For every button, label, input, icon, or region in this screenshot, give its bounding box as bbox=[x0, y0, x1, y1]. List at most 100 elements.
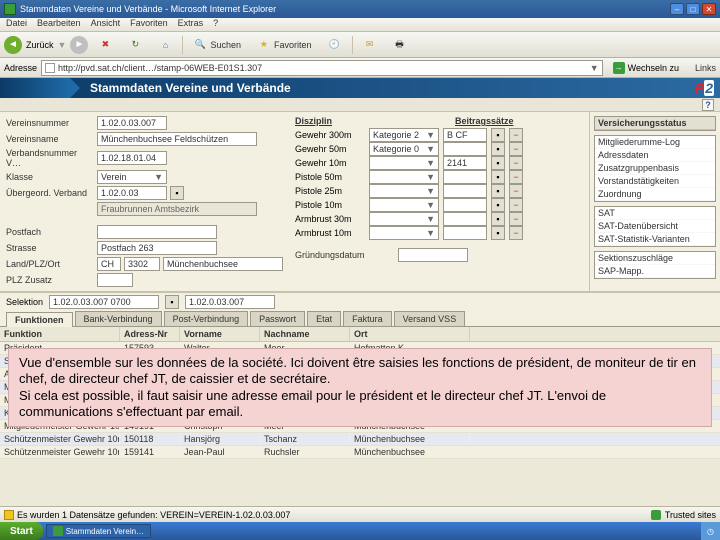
right-list-item[interactable]: Zuordnung bbox=[595, 188, 715, 201]
grid-col-header[interactable]: Vorname bbox=[180, 327, 260, 341]
right-list-item[interactable]: SAT bbox=[595, 207, 715, 220]
favorites-button[interactable]: ★Favoriten bbox=[251, 36, 318, 54]
ort-input[interactable]: Münchenbuchsee bbox=[163, 257, 283, 271]
selektion-input-2[interactable]: 1.02.0.03.007 bbox=[185, 295, 275, 309]
grid-col-header[interactable]: Adress-Nr bbox=[120, 327, 180, 341]
history-button[interactable]: 🕘 bbox=[322, 36, 348, 54]
beitrag-clear[interactable]: − bbox=[509, 226, 523, 240]
menu-edit[interactable]: Bearbeiten bbox=[37, 18, 81, 31]
search-button[interactable]: 🔍Suchen bbox=[187, 36, 247, 54]
beitrag-input[interactable] bbox=[443, 142, 487, 156]
discipline-select[interactable]: ▼ bbox=[369, 170, 439, 184]
beitrag-picker[interactable]: ▪ bbox=[491, 198, 505, 212]
menu-view[interactable]: Ansicht bbox=[91, 18, 121, 31]
beitrag-input[interactable] bbox=[443, 198, 487, 212]
print-button[interactable]: 🖶 bbox=[387, 36, 413, 54]
home-button[interactable]: ⌂ bbox=[152, 36, 178, 54]
uebergeord-input[interactable]: 1.02.0.03 bbox=[97, 186, 167, 200]
beitrag-picker[interactable]: ▪ bbox=[491, 184, 505, 198]
grid-col-header[interactable]: Ort bbox=[350, 327, 470, 341]
menu-extras[interactable]: Extras bbox=[178, 18, 204, 31]
tab-post-verbindung[interactable]: Post-Verbindung bbox=[164, 311, 249, 326]
tab-bank-verbindung[interactable]: Bank-Verbindung bbox=[75, 311, 162, 326]
klasse-select[interactable]: Verein▼ bbox=[97, 170, 167, 184]
beitrag-clear[interactable]: − bbox=[509, 156, 523, 170]
beitrag-picker[interactable]: ▪ bbox=[491, 142, 505, 156]
nav-forward-button[interactable]: ► bbox=[70, 36, 88, 54]
taskbar-app[interactable]: Stammdaten Verein… bbox=[46, 524, 151, 538]
right-list-item[interactable]: Zusatzgruppenbasis bbox=[595, 162, 715, 175]
beitrag-input[interactable]: 2141 bbox=[443, 156, 487, 170]
beitrag-input[interactable] bbox=[443, 184, 487, 198]
postfach-input[interactable] bbox=[97, 225, 217, 239]
right-list-item[interactable]: SAT-Statistik-Varianten bbox=[595, 233, 715, 246]
discipline-select[interactable]: Kategorie 2▼ bbox=[369, 128, 439, 142]
right-list-item[interactable]: SAT-Datenübersicht bbox=[595, 220, 715, 233]
beitrag-clear[interactable]: − bbox=[509, 170, 523, 184]
tab-faktura[interactable]: Faktura bbox=[343, 311, 392, 326]
right-list-item[interactable]: SAP-Mapp. bbox=[595, 265, 715, 278]
discipline-select[interactable]: ▼ bbox=[369, 184, 439, 198]
menu-favorites[interactable]: Favoriten bbox=[130, 18, 168, 31]
discipline-select[interactable]: ▼ bbox=[369, 212, 439, 226]
grid-col-header[interactable]: Funktion bbox=[0, 327, 120, 341]
discipline-select[interactable]: ▼ bbox=[369, 156, 439, 170]
right-list-item[interactable]: Mitgliederumme-Log bbox=[595, 136, 715, 149]
start-button[interactable]: Start bbox=[0, 522, 43, 540]
uebergeord-picker[interactable]: ▪ bbox=[170, 186, 184, 200]
grid-header: FunktionAdress-NrVornameNachnameOrt bbox=[0, 327, 720, 342]
table-row[interactable]: Schützenmeister Gewehr 10m150118Hansjörg… bbox=[0, 433, 720, 446]
grid-col-header[interactable]: Nachname bbox=[260, 327, 350, 341]
table-row[interactable]: Schützenmeister Gewehr 10m159141Jean-Pau… bbox=[0, 446, 720, 459]
mail-button[interactable]: ✉ bbox=[357, 36, 383, 54]
beitrag-picker[interactable]: ▪ bbox=[491, 170, 505, 184]
system-tray[interactable]: ◷ bbox=[701, 522, 720, 540]
beitrag-input[interactable] bbox=[443, 226, 487, 240]
beitrag-input[interactable] bbox=[443, 170, 487, 184]
vereinsnummer-input[interactable]: 1.02.0.03.007 bbox=[97, 116, 167, 130]
beitrag-clear[interactable]: − bbox=[509, 128, 523, 142]
menu-file[interactable]: Datei bbox=[6, 18, 27, 31]
links-label[interactable]: Links bbox=[695, 63, 716, 73]
discipline-select[interactable]: Kategorie 0▼ bbox=[369, 142, 439, 156]
plzzusatz-input[interactable] bbox=[97, 273, 133, 287]
tab-versand-vss[interactable]: Versand VSS bbox=[394, 311, 466, 326]
beitrag-clear[interactable]: − bbox=[509, 198, 523, 212]
maximize-button[interactable]: □ bbox=[686, 3, 700, 15]
stop-button[interactable]: ✖ bbox=[92, 36, 118, 54]
verbandsnummer-input[interactable]: 1.02.18.01.04 bbox=[97, 151, 167, 165]
beitrag-clear[interactable]: − bbox=[509, 184, 523, 198]
strasse-input[interactable]: Postfach 263 bbox=[97, 241, 217, 255]
beitrag-input[interactable] bbox=[443, 212, 487, 226]
right-list-item[interactable]: Vorstandstätigkeiten bbox=[595, 175, 715, 188]
beitrag-picker[interactable]: ▪ bbox=[491, 156, 505, 170]
vereinsname-input[interactable]: Münchenbuchsee Feldschützen bbox=[97, 132, 257, 146]
selektion-picker[interactable]: ▪ bbox=[165, 295, 179, 309]
nav-back-label[interactable]: Zurück bbox=[26, 40, 54, 50]
minimize-button[interactable]: – bbox=[670, 3, 684, 15]
plz-input[interactable]: 3302 bbox=[124, 257, 160, 271]
right-list-item[interactable]: Sektionszuschläge bbox=[595, 252, 715, 265]
beitrag-clear[interactable]: − bbox=[509, 142, 523, 156]
right-list-item[interactable]: Adressdaten bbox=[595, 149, 715, 162]
beitrag-picker[interactable]: ▪ bbox=[491, 226, 505, 240]
tab-funktionen[interactable]: Funktionen bbox=[6, 312, 73, 327]
gruendung-input[interactable] bbox=[398, 248, 468, 262]
address-input[interactable]: http://pvd.sat.ch/client…/stamp-06WEB-E0… bbox=[41, 60, 603, 76]
selektion-input-1[interactable]: 1.02.0.03.007 0700 bbox=[49, 295, 159, 309]
tab-etat[interactable]: Etat bbox=[307, 311, 341, 326]
beitrag-input[interactable]: B CF bbox=[443, 128, 487, 142]
discipline-select[interactable]: ▼ bbox=[369, 226, 439, 240]
discipline-select[interactable]: ▼ bbox=[369, 198, 439, 212]
beitrag-picker[interactable]: ▪ bbox=[491, 212, 505, 226]
nav-back-button[interactable]: ◄ bbox=[4, 36, 22, 54]
tab-passwort[interactable]: Passwort bbox=[250, 311, 305, 326]
menu-help[interactable]: ? bbox=[213, 18, 218, 31]
go-button[interactable]: → Wechseln zu bbox=[607, 60, 685, 76]
close-button[interactable]: ✕ bbox=[702, 3, 716, 15]
land-input[interactable]: CH bbox=[97, 257, 121, 271]
refresh-button[interactable]: ↻ bbox=[122, 36, 148, 54]
beitrag-picker[interactable]: ▪ bbox=[491, 128, 505, 142]
help-button[interactable]: ? bbox=[702, 99, 714, 111]
beitrag-clear[interactable]: − bbox=[509, 212, 523, 226]
